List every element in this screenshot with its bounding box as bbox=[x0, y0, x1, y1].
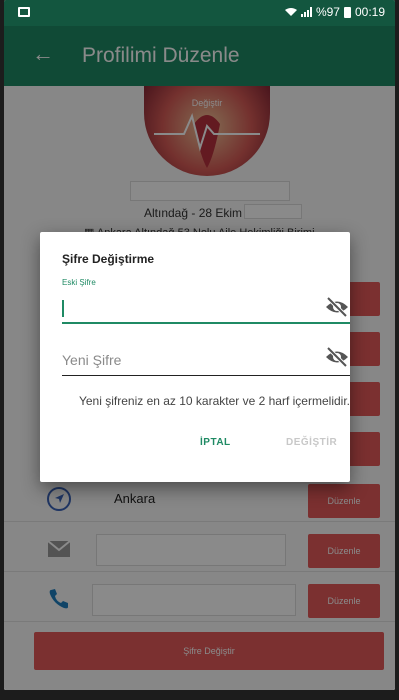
phone-screen: %97 00:19 ← Profilimi Düzenle Değiştir A… bbox=[4, 0, 395, 690]
dialog-title: Şifre Değiştirme bbox=[62, 252, 155, 266]
old-password-label: Eski Şifre bbox=[62, 278, 96, 287]
cancel-button[interactable]: İPTAL bbox=[200, 437, 231, 448]
eye-off-icon[interactable] bbox=[324, 346, 350, 368]
change-button[interactable]: DEĞİŞTİR bbox=[286, 437, 337, 448]
battery-icon bbox=[343, 6, 351, 18]
status-bar: %97 00:19 bbox=[4, 0, 395, 26]
clock: 00:19 bbox=[354, 5, 385, 19]
new-password-field[interactable]: Yeni Şifre bbox=[62, 344, 350, 376]
new-password-placeholder: Yeni Şifre bbox=[62, 352, 122, 368]
old-password-field[interactable] bbox=[62, 294, 350, 324]
signal-icon bbox=[300, 7, 312, 17]
change-password-dialog: Şifre Değiştirme Eski Şifre Yeni Şifre Y… bbox=[40, 232, 350, 482]
wifi-icon bbox=[284, 8, 297, 16]
image-notification-icon bbox=[18, 7, 30, 17]
password-hint: Yeni şifreniz en az 10 karakter ve 2 har… bbox=[78, 394, 350, 408]
text-cursor bbox=[62, 300, 64, 317]
eye-off-icon[interactable] bbox=[324, 296, 350, 318]
battery-percent: %97 bbox=[315, 5, 340, 19]
